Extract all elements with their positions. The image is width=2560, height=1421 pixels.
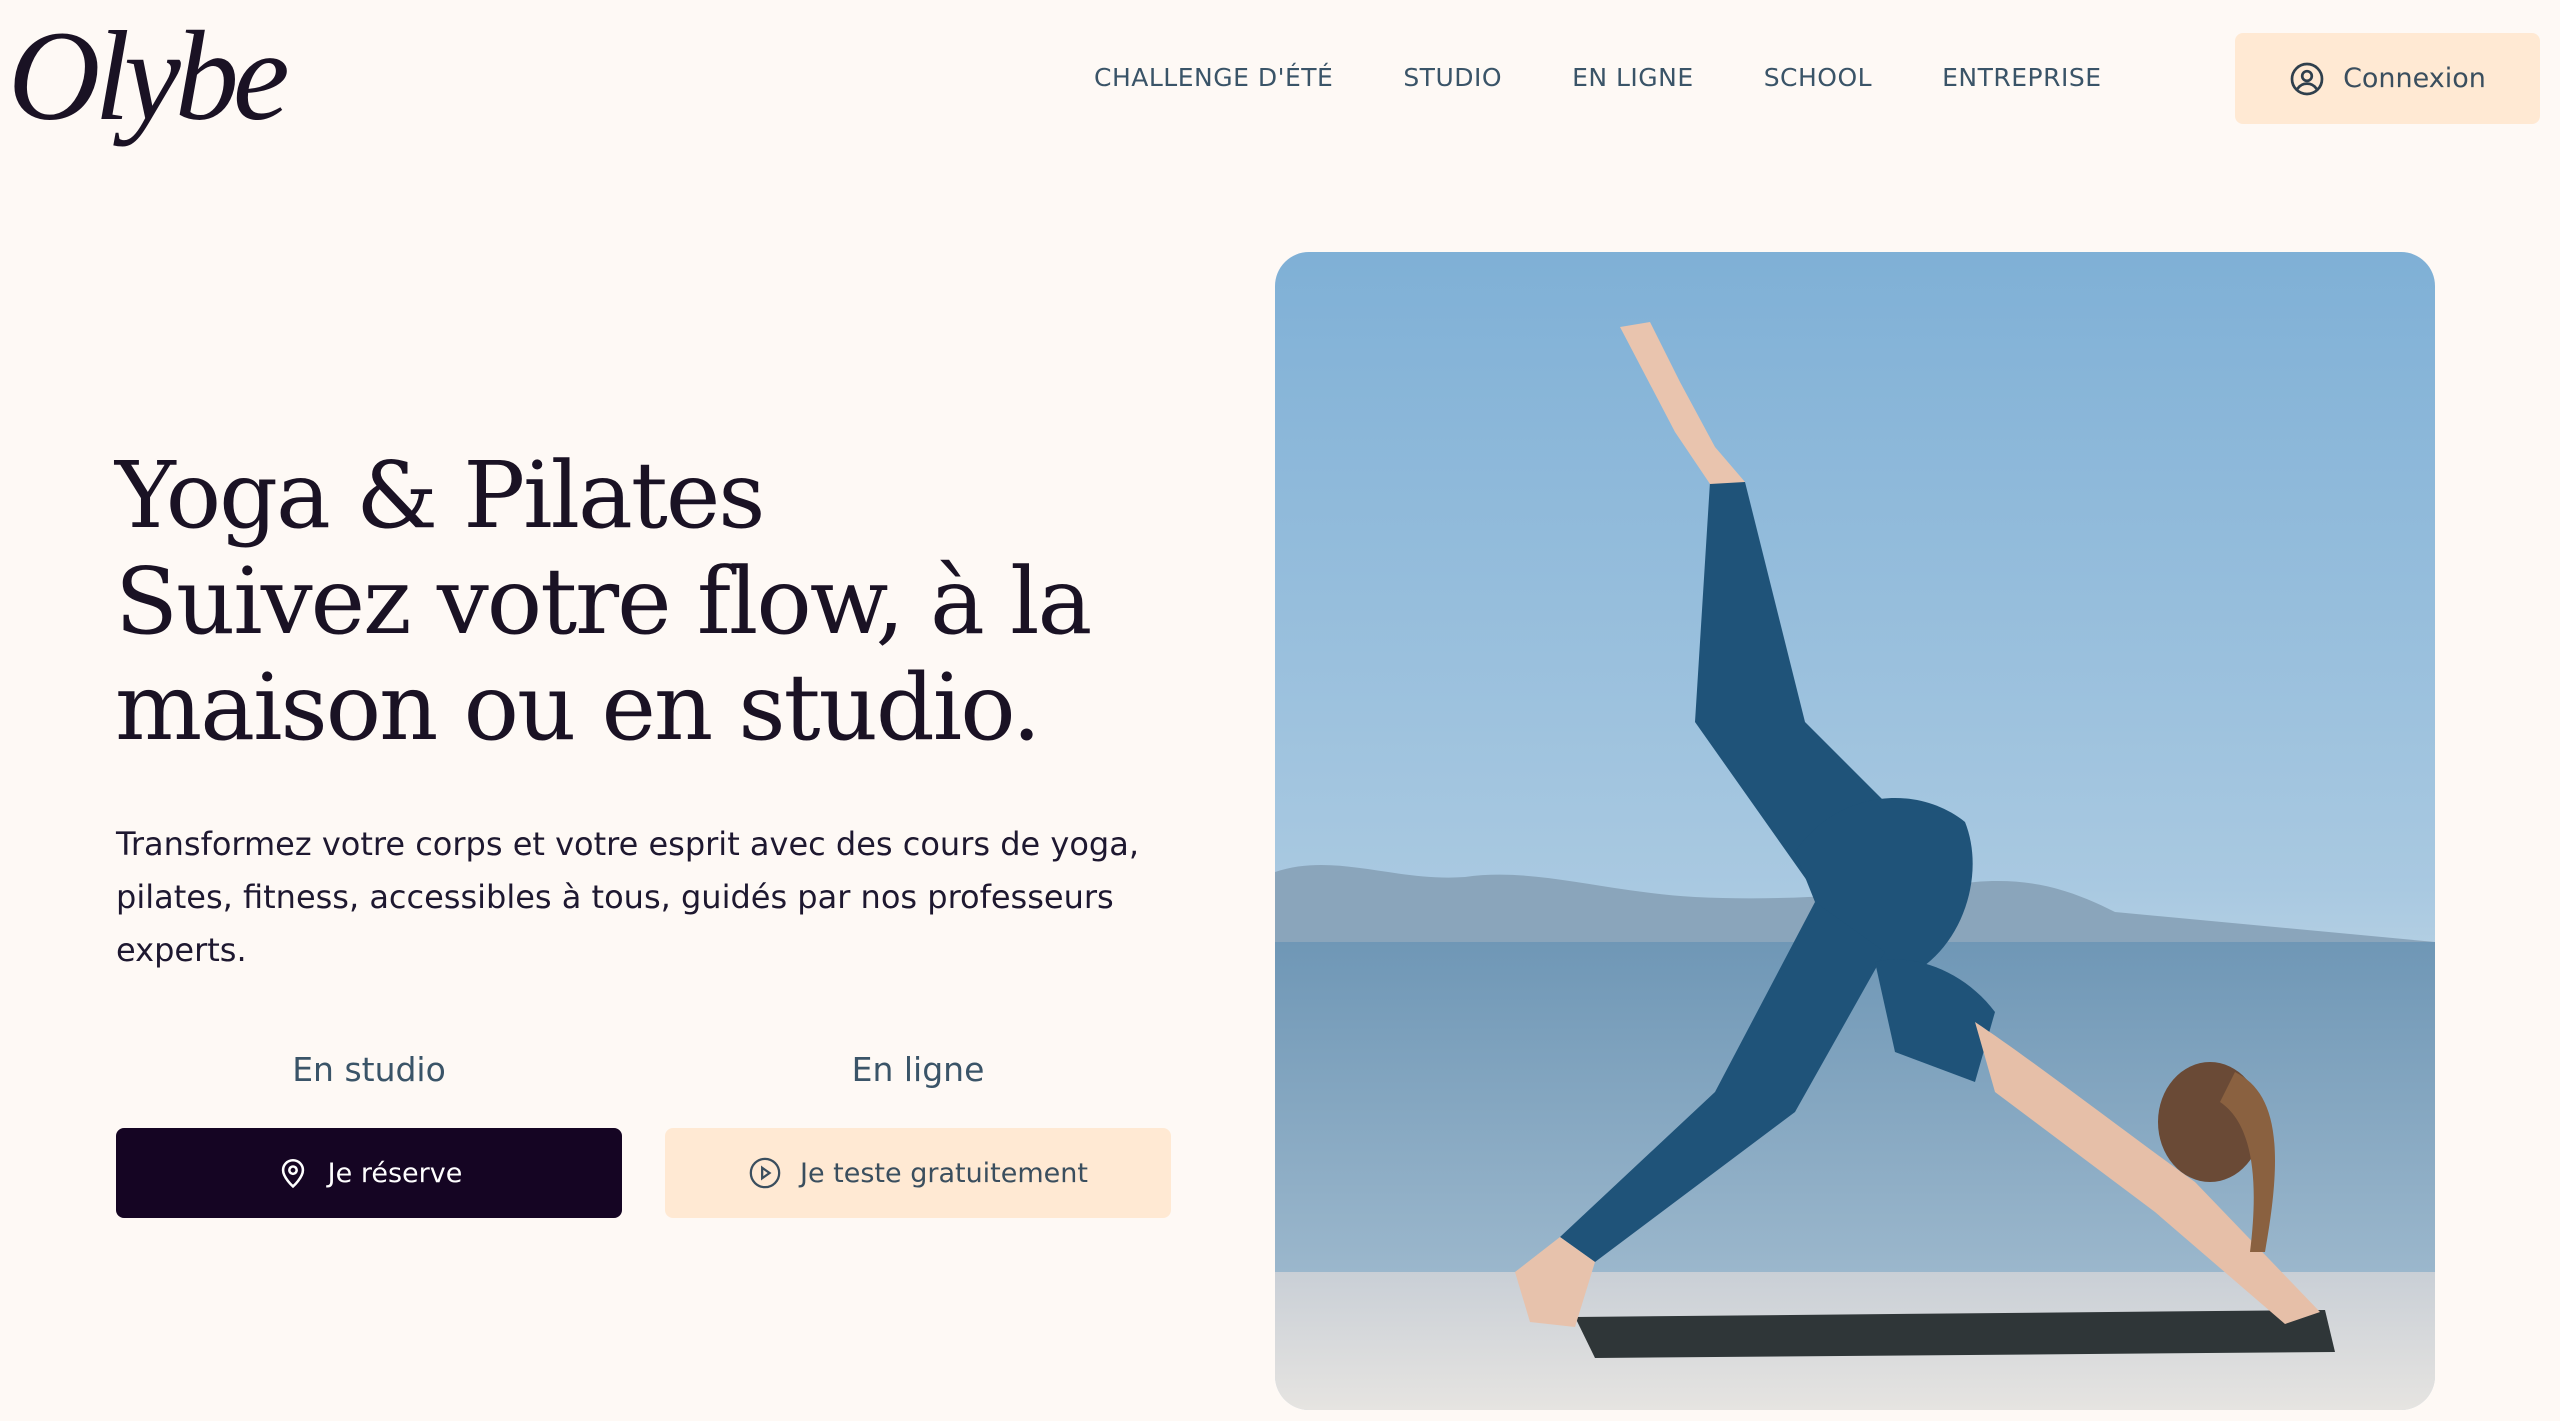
hero-title-line: Suivez votre flow, à la (115, 548, 1092, 655)
book-studio-button[interactable]: Je réserve (116, 1128, 622, 1218)
olybe-logo[interactable]: Olybe (8, 6, 290, 146)
nav-item-challenge[interactable]: CHALLENGE D'ÉTÉ (1094, 60, 1333, 96)
hero-yoga-photo (1275, 252, 2435, 1410)
login-label: Connexion (2343, 63, 2486, 94)
free-trial-button[interactable]: Je teste gratuitement (665, 1128, 1171, 1218)
nav-item-studio[interactable]: STUDIO (1403, 60, 1502, 96)
free-trial-label: Je teste gratuitement (800, 1157, 1088, 1189)
hero-title-line: Yoga & Pilates (115, 442, 765, 549)
nav-item-en-ligne[interactable]: EN LIGNE (1572, 60, 1694, 96)
location-pin-icon (281, 1158, 304, 1189)
main-nav: CHALLENGE D'ÉTÉ STUDIO EN LIGNE SCHOOL E… (1094, 60, 2102, 96)
play-circle-icon (749, 1157, 781, 1189)
login-button[interactable]: Connexion (2235, 33, 2540, 124)
nav-item-entreprise[interactable]: ENTREPRISE (1942, 60, 2101, 96)
hero-title: Yoga & Pilates Suivez votre flow, à la m… (115, 443, 1215, 761)
studio-label: En studio (292, 1050, 446, 1089)
user-circle-icon (2290, 62, 2324, 95)
hero-title-line: maison ou en studio. (115, 654, 1041, 761)
book-studio-label: Je réserve (327, 1157, 463, 1189)
nav-item-school[interactable]: SCHOOL (1764, 60, 1872, 96)
online-label: En ligne (851, 1050, 985, 1089)
hero-description: Transformez votre corps et votre esprit … (116, 825, 1139, 969)
